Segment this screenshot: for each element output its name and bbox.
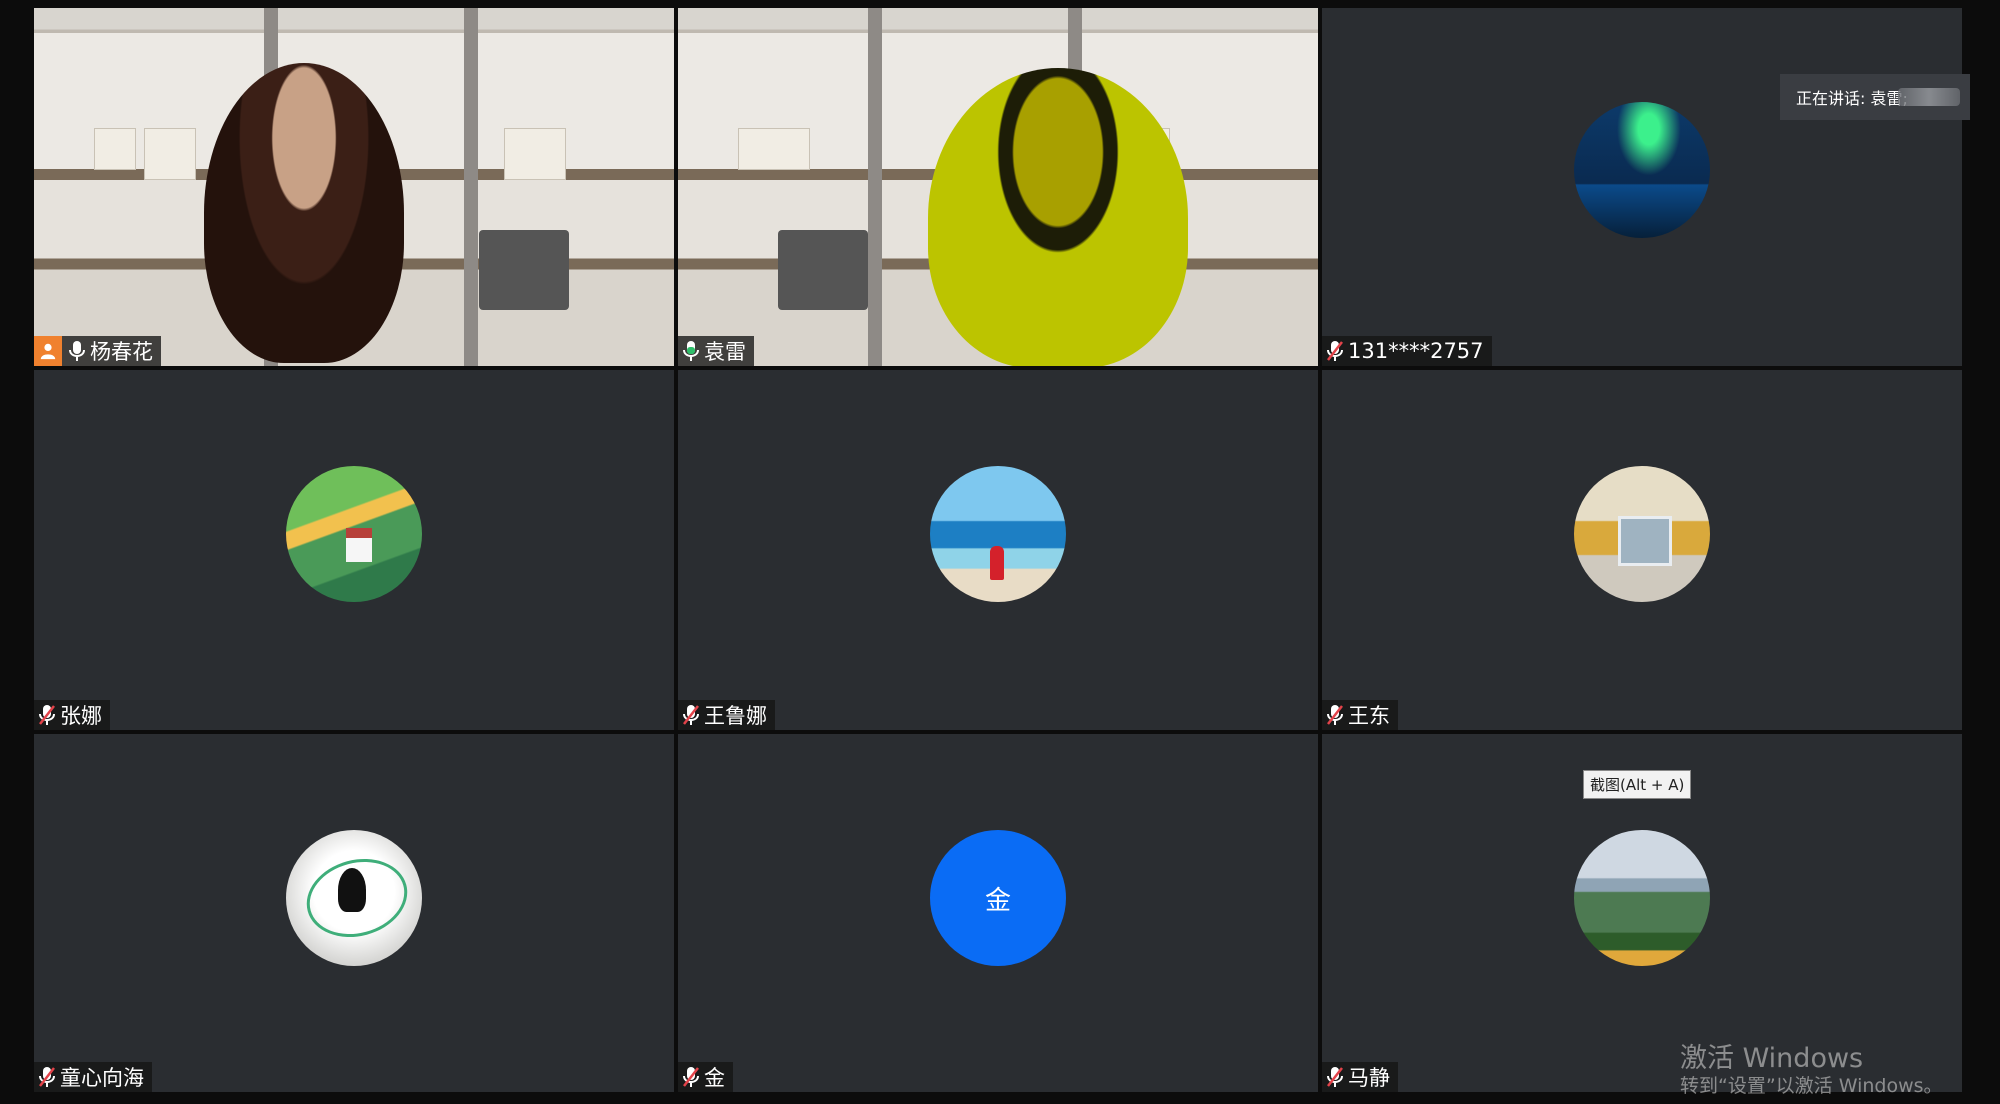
mic-muted-icon [38, 1066, 56, 1088]
name-tag: 马静 [1322, 1062, 1398, 1092]
participant-name: 金 [704, 1066, 725, 1090]
avatar [930, 466, 1066, 602]
name-tag: 张娜 [34, 700, 110, 730]
tooltip-text: 截图(Alt + A) [1590, 776, 1685, 794]
video-tile-yuan-lei[interactable]: 袁雷 [678, 8, 1318, 366]
mic-muted-icon [682, 704, 700, 726]
avatar [1574, 102, 1710, 238]
video-tile-jin[interactable]: 金 金 [678, 734, 1318, 1092]
mic-muted-icon [38, 704, 56, 726]
watermark-subtitle: 转到“设置”以激活 Windows。 [1680, 1075, 1943, 1097]
mic-on-icon [68, 340, 86, 362]
participant-name: 马静 [1348, 1066, 1390, 1090]
participant-name: 张娜 [60, 704, 102, 728]
mic-muted-icon [682, 1066, 700, 1088]
mic-muted-icon [1326, 704, 1344, 726]
video-tile-tongxin-xianghai[interactable]: 童心向海 [34, 734, 674, 1092]
name-tag: 袁雷 [678, 336, 754, 366]
host-icon [34, 336, 62, 366]
avatar [286, 466, 422, 602]
video-tile-yang-chunhua[interactable]: 杨春花 [34, 8, 674, 366]
participant-name: 王鲁娜 [704, 704, 767, 728]
name-tag: 童心向海 [34, 1062, 152, 1092]
participant-video-feed [204, 63, 404, 363]
participant-name: 童心向海 [60, 1066, 144, 1090]
avatar: 金 [930, 830, 1066, 966]
active-speaker-indicator: 正在讲话: 袁雷; [1780, 74, 1970, 120]
name-tag: 王东 [1322, 700, 1398, 730]
mic-muted-icon [1326, 340, 1344, 362]
name-tag: 131****2757 [1322, 336, 1492, 366]
mic-muted-icon [1326, 1066, 1344, 1088]
avatar [286, 830, 422, 966]
video-tile-wang-dong[interactable]: 王东 [1322, 370, 1962, 730]
speaker-avatar-blur [1898, 88, 1960, 106]
participant-name: 袁雷 [704, 340, 746, 364]
active-speaker-label: 正在讲话: 袁雷; [1796, 89, 1908, 108]
watermark-title: 激活 Windows [1680, 1043, 1864, 1074]
name-tag: 王鲁娜 [678, 700, 775, 730]
video-tile-zhang-na[interactable]: 张娜 [34, 370, 674, 730]
avatar-letter: 金 [984, 884, 1011, 915]
name-tag: 杨春花 [34, 336, 161, 366]
participant-video-feed [928, 68, 1188, 366]
avatar [1574, 830, 1710, 966]
mic-active-icon [682, 340, 700, 362]
avatar [1574, 466, 1710, 602]
windows-activation-watermark: 激活 Windows 转到“设置”以激活 Windows。 [1680, 1044, 1943, 1098]
screenshot-tooltip: 截图(Alt + A) [1583, 770, 1692, 799]
participant-name: 杨春花 [90, 340, 153, 364]
participant-name: 131****2757 [1348, 339, 1484, 363]
participant-name: 王东 [1348, 704, 1390, 728]
meeting-gallery: 杨春花 袁雷 131****2757 张娜 王鲁娜 王东 童心向海 金 金 马静… [0, 0, 2000, 1104]
name-tag: 金 [678, 1062, 733, 1092]
video-tile-wang-luna[interactable]: 王鲁娜 [678, 370, 1318, 730]
video-tile-131-2757[interactable]: 131****2757 [1322, 8, 1962, 366]
